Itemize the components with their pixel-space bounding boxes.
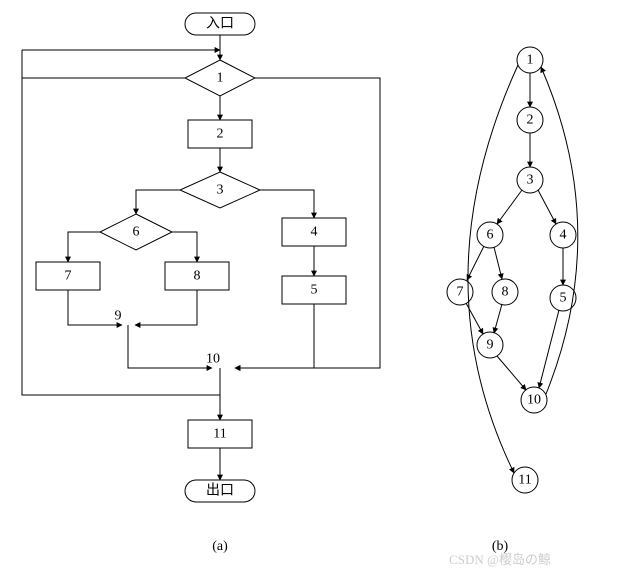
- svg-text:6: 6: [487, 228, 494, 243]
- cfg-node-6: 6: [477, 222, 503, 248]
- cfg-node-2: 2: [517, 107, 543, 133]
- cfg-node-10: 10: [521, 387, 547, 413]
- process-2: 2: [188, 120, 252, 148]
- decision-1: 1: [185, 60, 255, 96]
- svg-text:8: 8: [502, 285, 509, 300]
- cfg-b: 1 2 3 6 4 7 8 5 9 10 11 (b): [447, 47, 578, 554]
- node-1-label: 1: [217, 71, 224, 86]
- exit-terminal: 出口: [185, 480, 255, 502]
- decision-6: 6: [100, 214, 172, 250]
- process-5: 5: [282, 276, 346, 304]
- node-7-label: 7: [65, 269, 72, 284]
- node-4-label: 4: [311, 225, 318, 240]
- svg-text:1: 1: [527, 53, 534, 68]
- node-5-label: 5: [311, 283, 318, 298]
- entry-label: 入口: [206, 17, 234, 32]
- svg-text:9: 9: [487, 338, 494, 353]
- process-11: 11: [188, 420, 252, 448]
- svg-text:3: 3: [527, 173, 534, 188]
- svg-text:5: 5: [560, 291, 567, 306]
- cfg-node-11: 11: [512, 467, 538, 493]
- exit-label: 出口: [206, 483, 234, 499]
- merge-10-label: 10: [206, 352, 220, 367]
- process-8: 8: [165, 262, 229, 290]
- cfg-node-3: 3: [517, 167, 543, 193]
- node-11-label: 11: [213, 427, 226, 442]
- cfg-node-4: 4: [550, 222, 576, 248]
- watermark-text: CSDN @樱岛の鲸: [449, 552, 551, 567]
- cfg-node-9: 9: [477, 332, 503, 358]
- decision-3: 3: [180, 172, 260, 208]
- svg-text:10: 10: [527, 393, 541, 408]
- cfg-node-1: 1: [517, 47, 543, 73]
- flowchart-a: 入口 1 2 3 6: [22, 13, 380, 554]
- node-6-label: 6: [133, 225, 140, 240]
- node-8-label: 8: [194, 269, 201, 284]
- cfg-node-8: 8: [492, 279, 518, 305]
- caption-a: (a): [212, 539, 228, 554]
- svg-text:4: 4: [560, 228, 567, 243]
- process-7: 7: [36, 262, 100, 290]
- process-4: 4: [282, 218, 346, 246]
- merge-9-label: 9: [115, 309, 122, 324]
- node-2-label: 2: [217, 127, 224, 142]
- cfg-node-5: 5: [550, 285, 576, 311]
- node-3-label: 3: [217, 183, 224, 198]
- svg-text:11: 11: [518, 473, 531, 488]
- cfg-node-7: 7: [447, 279, 473, 305]
- entry-terminal: 入口: [185, 13, 255, 35]
- svg-text:7: 7: [457, 285, 464, 300]
- svg-text:2: 2: [527, 113, 534, 128]
